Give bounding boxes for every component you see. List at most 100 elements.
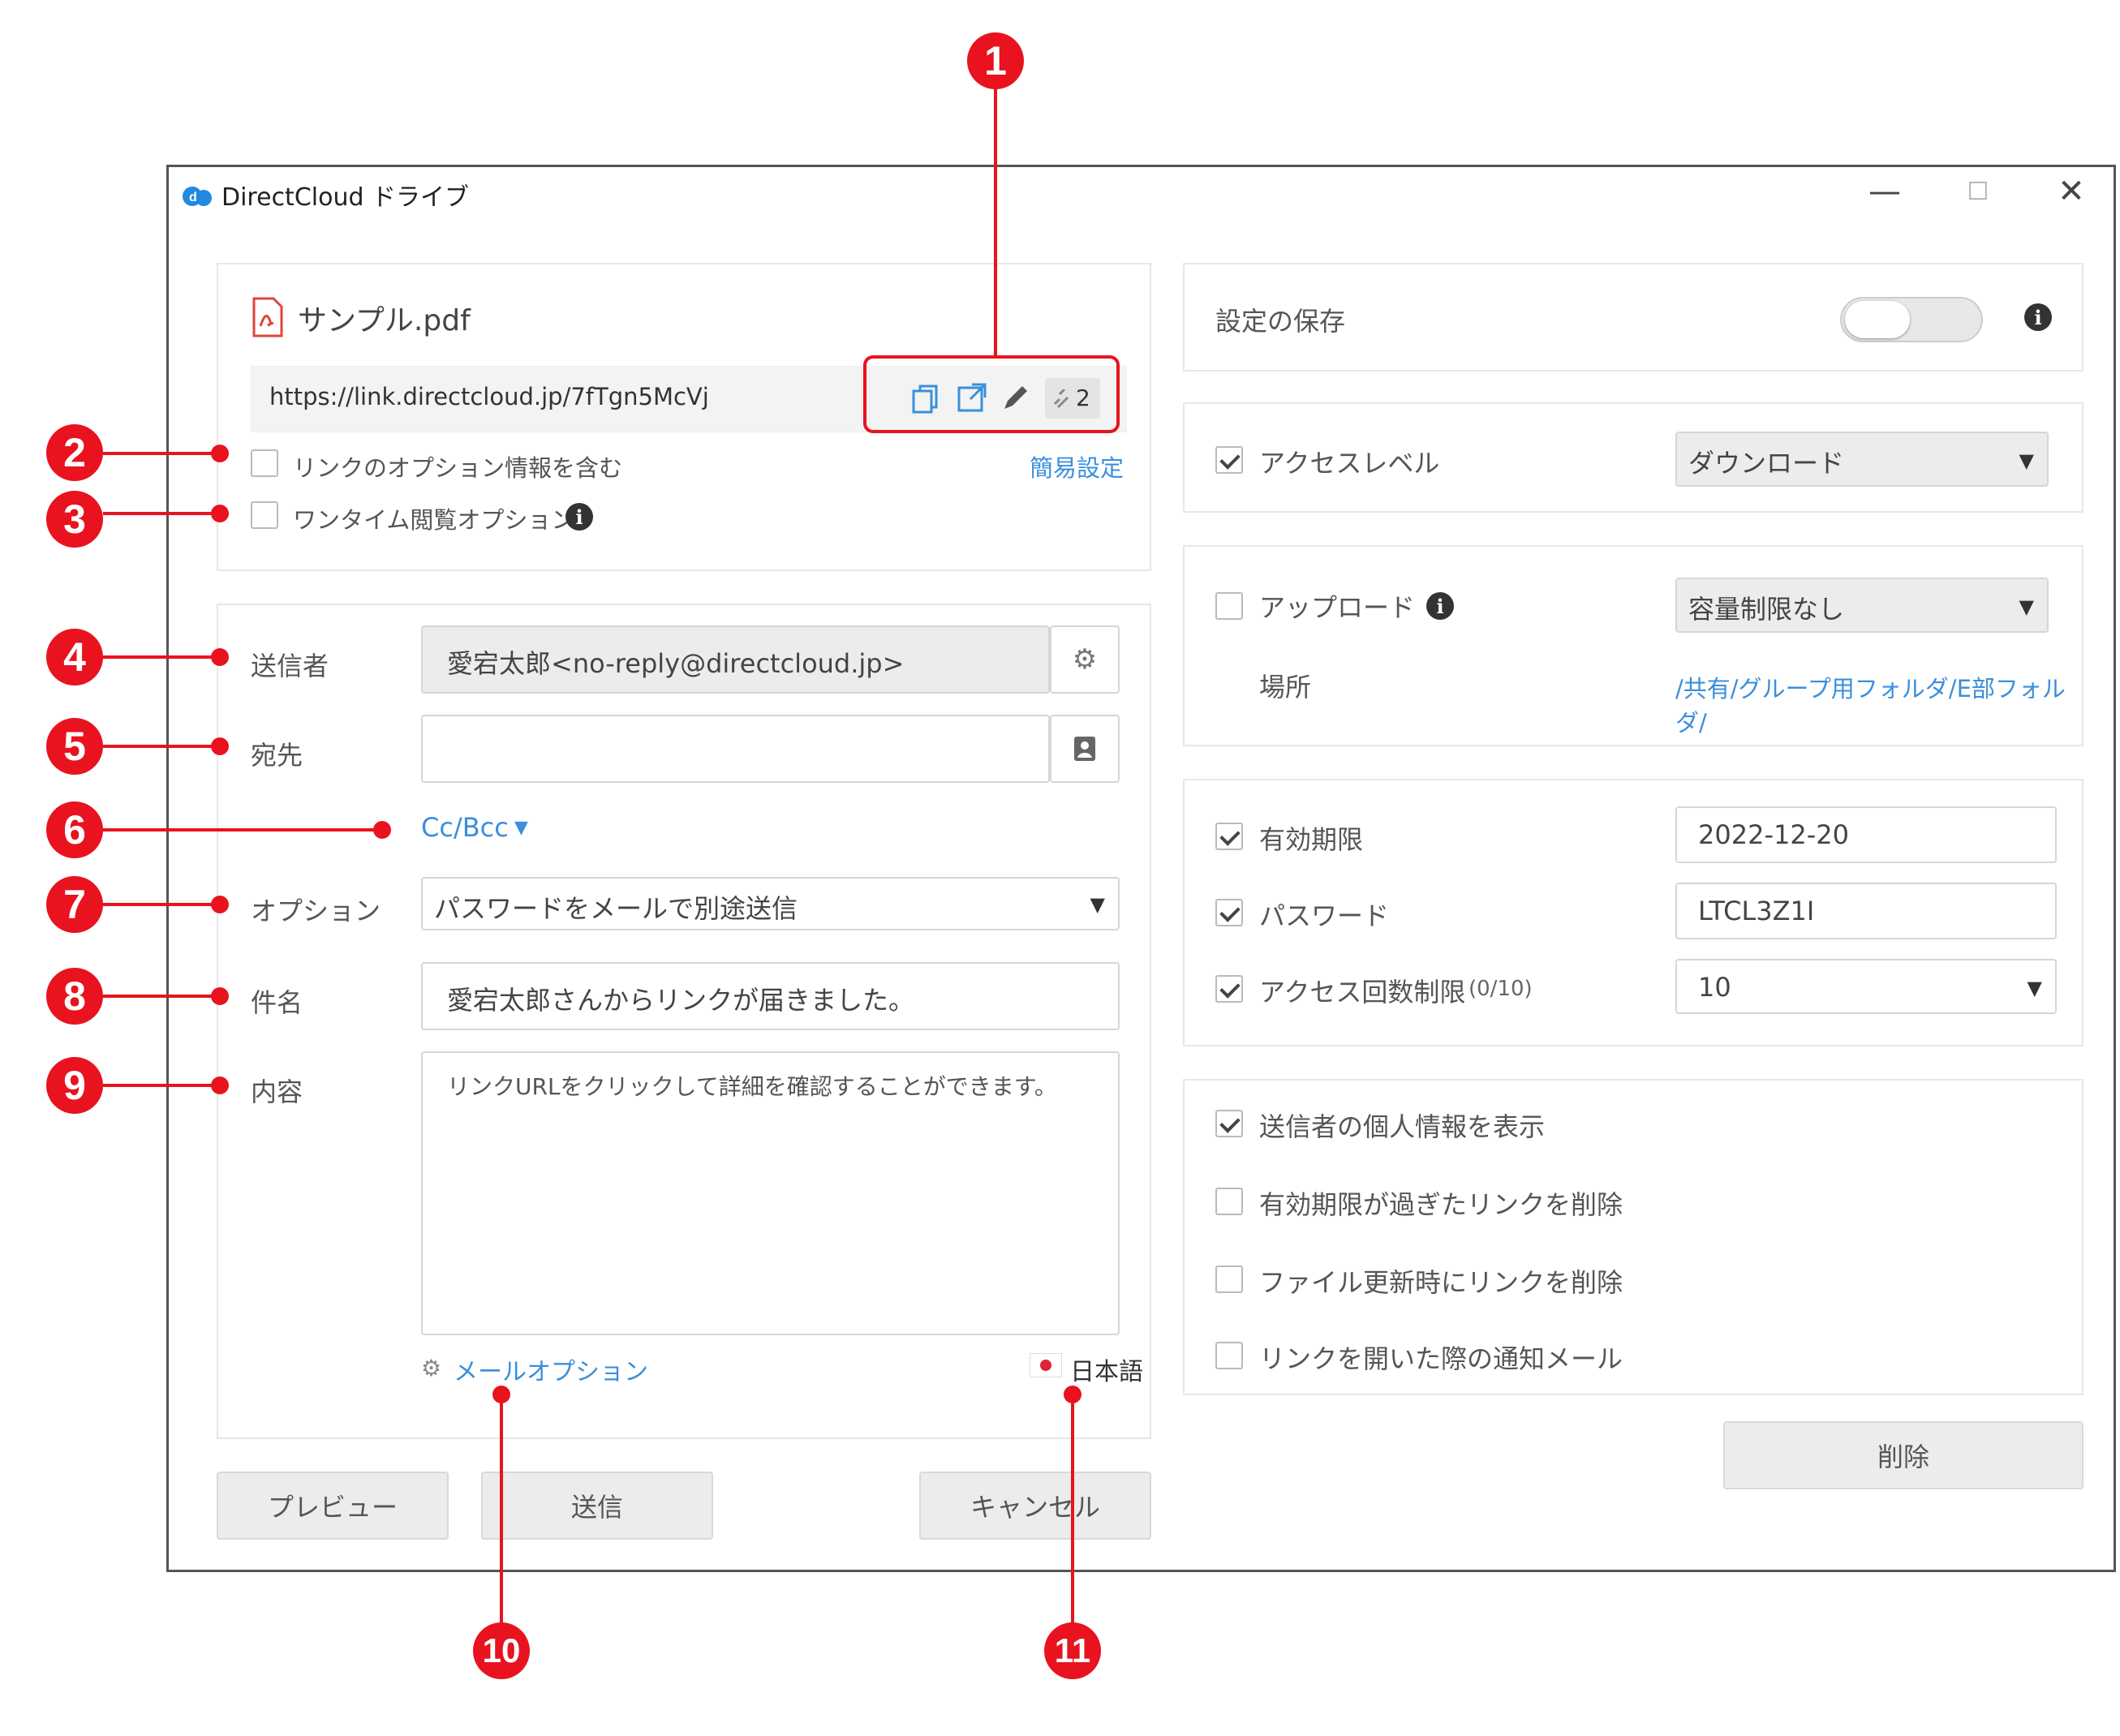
send-button[interactable]: 送信 xyxy=(481,1472,713,1540)
content-textarea[interactable]: リンクURLをクリックして詳細を確認することができます。 xyxy=(421,1051,1120,1335)
callout-10-badge: 10 xyxy=(473,1622,530,1679)
access-count-select[interactable]: 10 ▼ xyxy=(1675,959,2057,1014)
show-sender-info-checkbox[interactable] xyxy=(1215,1110,1243,1137)
upload-panel: アップロード i 容量制限なし ▼ 場所 /共有/グループ用フォルダ/E部フォル… xyxy=(1183,545,2083,746)
gear-icon: ⚙ xyxy=(421,1355,442,1381)
other-options-panel: 送信者の個人情報を表示 有効期限が過ぎたリンクを削除 ファイル更新時にリンクを削… xyxy=(1183,1079,2083,1395)
save-settings-toggle[interactable] xyxy=(1840,297,1983,342)
access-count-checkbox[interactable] xyxy=(1215,975,1243,1003)
expiry-value: 2022-12-20 xyxy=(1698,819,1849,850)
callout-8-dot xyxy=(211,987,229,1005)
callout-8-badge: 8 xyxy=(46,968,103,1025)
location-path-link[interactable]: /共有/グループ用フォルダ/E部フォルダ/ xyxy=(1675,670,2082,738)
password-checkbox[interactable] xyxy=(1215,899,1243,926)
toggle-knob xyxy=(1845,301,1910,338)
callout-7-badge: 7 xyxy=(46,876,103,933)
callout-5-dot xyxy=(211,737,229,755)
expiry-date-input[interactable]: 2022-12-20 xyxy=(1675,806,2057,863)
content-value: リンクURLをクリックして詳細を確認することができます。 xyxy=(447,1073,1057,1100)
subject-input[interactable]: 愛宕太郎さんからリンクが届きました。 xyxy=(421,962,1120,1030)
expiry-label: 有効期限 xyxy=(1259,824,1364,855)
link-url[interactable]: https://link.directcloud.jp/7fTgn5McVj xyxy=(269,383,709,410)
sender-value: 愛宕太郎<no-reply@directcloud.jp> xyxy=(447,648,905,679)
title-bar: d DirectCloud ドライブ — ☐ ✕ xyxy=(169,167,2114,222)
callout-2-dot xyxy=(211,445,229,462)
callout-9-leader xyxy=(103,1084,217,1087)
svg-text:d: d xyxy=(189,191,197,204)
dropdown-arrow-icon: ▼ xyxy=(2027,977,2042,999)
pdf-file-icon xyxy=(252,297,283,337)
callout-3-leader xyxy=(103,512,217,515)
cc-bcc-toggle[interactable]: Cc/Bcc xyxy=(421,812,509,843)
callout-5-badge: 5 xyxy=(46,718,103,775)
access-level-panel: アクセスレベル ダウンロード ▼ xyxy=(1183,402,2083,513)
one-time-view-label: ワンタイム閲覧オプション xyxy=(293,506,575,534)
callout-3-dot xyxy=(211,505,229,522)
one-time-view-checkbox[interactable] xyxy=(251,501,278,529)
window-title: DirectCloud ドライブ xyxy=(221,183,470,212)
option-select[interactable]: パスワードをメールで別途送信 ▼ xyxy=(421,877,1120,930)
callout-4-dot xyxy=(211,648,229,666)
include-link-options-label: リンクのオプション情報を含む xyxy=(293,454,623,482)
gear-icon: ⚙ xyxy=(1072,643,1098,676)
maximize-button[interactable]: ☐ xyxy=(1933,167,2023,216)
content-label: 内容 xyxy=(251,1076,303,1107)
delete-expired-label: 有効期限が過ぎたリンクを削除 xyxy=(1259,1189,1623,1220)
password-input[interactable]: LTCL3Z1I xyxy=(1675,883,2057,939)
option-label: オプション xyxy=(251,896,381,926)
language-selector[interactable]: 日本語 xyxy=(1070,1351,1143,1387)
close-button[interactable]: ✕ xyxy=(2027,167,2116,216)
access-count-value: 10 xyxy=(1698,972,1731,1003)
save-settings-label: 設定の保存 xyxy=(1215,306,1346,337)
password-value: LTCL3Z1I xyxy=(1698,896,1815,926)
option-value: パスワードをメールで別途送信 xyxy=(434,893,798,924)
info-icon[interactable]: i xyxy=(2024,303,2052,331)
delete-button[interactable]: 削除 xyxy=(1723,1421,2083,1489)
callout-9-dot xyxy=(211,1076,229,1094)
callout-8-leader xyxy=(103,995,217,998)
include-link-options-checkbox[interactable] xyxy=(251,449,278,477)
callout-9-badge: 9 xyxy=(46,1057,103,1114)
minimize-button[interactable]: — xyxy=(1840,167,1929,216)
info-icon[interactable]: i xyxy=(1426,592,1454,620)
upload-label: アップロード xyxy=(1259,592,1416,623)
upload-limit-select[interactable]: 容量制限なし ▼ xyxy=(1675,578,2049,633)
sender-settings-button[interactable]: ⚙ xyxy=(1050,625,1120,694)
access-level-value: ダウンロード xyxy=(1688,448,1845,479)
access-level-select[interactable]: ダウンロード ▼ xyxy=(1675,432,2049,487)
callout-6-dot xyxy=(373,821,391,839)
upload-checkbox[interactable] xyxy=(1215,592,1243,620)
cancel-button[interactable]: キャンセル xyxy=(919,1472,1151,1540)
dropdown-arrow-icon: ▼ xyxy=(2019,595,2034,618)
callout-7-leader xyxy=(103,903,217,906)
callout-1-highlight-box xyxy=(863,355,1120,433)
japan-flag-icon xyxy=(1030,1353,1062,1377)
preview-button[interactable]: プレビュー xyxy=(217,1472,449,1540)
address-book-icon xyxy=(1074,737,1095,761)
open-notification-checkbox[interactable] xyxy=(1215,1342,1243,1369)
info-icon[interactable]: i xyxy=(565,503,593,531)
callout-3-badge: 3 xyxy=(46,491,103,548)
expiry-checkbox[interactable] xyxy=(1215,823,1243,850)
callout-2-badge: 2 xyxy=(46,424,103,481)
callout-6-badge: 6 xyxy=(46,801,103,858)
easy-settings-link[interactable]: 簡易設定 xyxy=(1030,449,1124,483)
access-level-checkbox[interactable] xyxy=(1215,446,1243,474)
delete-on-update-checkbox[interactable] xyxy=(1215,1265,1243,1293)
delete-on-update-label: ファイル更新時にリンクを削除 xyxy=(1259,1267,1623,1298)
address-book-button[interactable] xyxy=(1050,715,1120,783)
caret-down-icon[interactable]: ▼ xyxy=(514,818,528,838)
sender-label: 送信者 xyxy=(251,651,329,681)
mail-panel: 送信者 愛宕太郎<no-reply@directcloud.jp> ⚙ 宛先 C… xyxy=(217,604,1151,1439)
callout-10-leader xyxy=(500,1395,503,1647)
recipient-input[interactable] xyxy=(421,715,1050,783)
app-window: d DirectCloud ドライブ — ☐ ✕ サンプル.pdf https:… xyxy=(166,165,2116,1572)
sender-field: 愛宕太郎<no-reply@directcloud.jp> xyxy=(421,625,1050,694)
password-label: パスワード xyxy=(1259,900,1390,931)
delete-expired-checkbox[interactable] xyxy=(1215,1188,1243,1215)
mail-options-link[interactable]: メールオプション xyxy=(454,1351,648,1387)
access-count-label: アクセス回数制限 xyxy=(1259,977,1466,1008)
callout-11-leader xyxy=(1071,1395,1074,1647)
subject-value: 愛宕太郎さんからリンクが届きました。 xyxy=(447,985,915,1016)
access-level-label: アクセスレベル xyxy=(1259,448,1440,479)
